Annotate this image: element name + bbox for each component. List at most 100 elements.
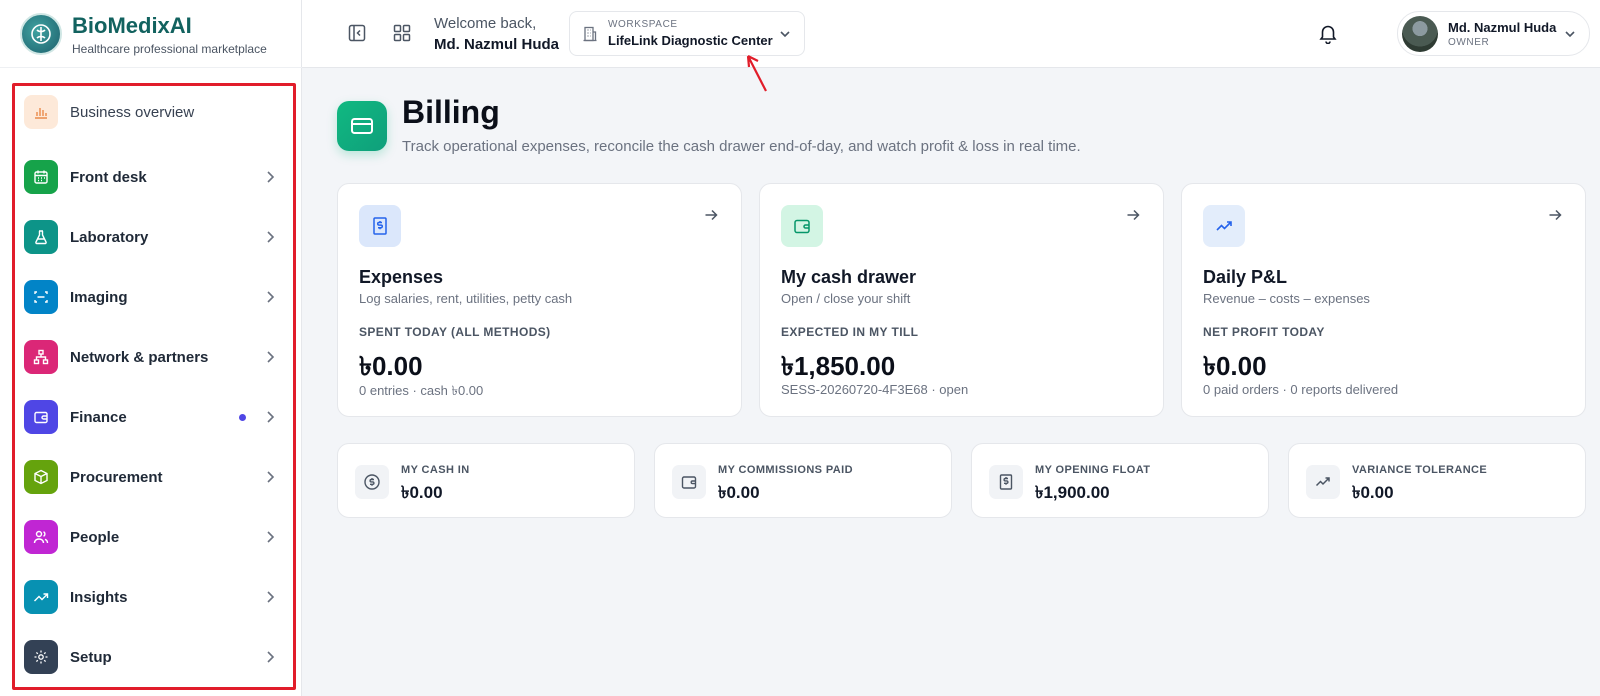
workspace-selector[interactable]: WORKSPACE LifeLink Diagnostic Center — [569, 11, 805, 56]
stat-value: ৳0.00 — [718, 483, 760, 502]
page-subtitle: Track operational expenses, reconcile th… — [402, 138, 1081, 155]
sidebar-item-label: Procurement — [70, 468, 163, 486]
sidebar-item-label: People — [70, 528, 120, 546]
brand: BioMedixAI Healthcare professional marke… — [0, 0, 302, 68]
sidebar-item-procurement[interactable]: Procurement — [24, 457, 286, 497]
chevron-right-icon — [267, 291, 275, 303]
dollar-circle-icon — [355, 465, 389, 499]
stat-value: ৳1,900.00 — [1035, 483, 1110, 502]
trending-icon — [1203, 205, 1245, 247]
brand-logo-icon[interactable] — [20, 13, 62, 55]
sidebar-item-laboratory[interactable]: Laboratory — [24, 217, 286, 257]
wallet-icon — [24, 400, 58, 434]
card-description: Revenue – costs – expenses — [1203, 291, 1370, 306]
sidebar-item-label: Insights — [70, 588, 128, 606]
sidebar-item-label: Imaging — [70, 288, 128, 306]
card-description: Open / close your shift — [781, 291, 911, 306]
sidebar-item-imaging[interactable]: Imaging — [24, 277, 286, 317]
chevron-down-icon — [1565, 31, 1575, 38]
trending-icon — [1306, 465, 1340, 499]
network-icon — [24, 340, 58, 374]
sidebar-item-front-desk[interactable]: Front desk — [24, 157, 286, 197]
credit-card-icon — [337, 101, 387, 151]
collapse-sidebar-icon[interactable] — [346, 22, 368, 44]
building-icon — [583, 26, 597, 42]
stat-my-commissions-paid: MY COMMISSIONS PAID ৳0.00 — [654, 443, 952, 518]
daily-pl-card[interactable]: Daily P&L Revenue – costs – expenses NET… — [1181, 183, 1586, 417]
chevron-right-icon — [267, 591, 275, 603]
stat-value: ৳0.00 — [401, 483, 443, 502]
card-metric-label: EXPECTED IN MY TILL — [781, 325, 919, 339]
calendar-icon — [24, 160, 58, 194]
card-metric-label: SPENT TODAY (ALL METHODS) — [359, 325, 551, 339]
notifications-bell-icon[interactable] — [1317, 22, 1339, 49]
stat-label: MY CASH IN — [401, 464, 470, 476]
chevron-right-icon — [267, 231, 275, 243]
arrow-right-icon[interactable] — [1125, 207, 1141, 223]
sidebar-nav: Business overview Front desk Laboratory … — [12, 83, 296, 690]
expenses-card[interactable]: Expenses Log salaries, rent, utilities, … — [337, 183, 742, 417]
stat-variance-tolerance: VARIANCE TOLERANCE ৳0.00 — [1288, 443, 1586, 518]
brand-name: BioMedixAI — [72, 13, 192, 38]
cash-drawer-card[interactable]: My cash drawer Open / close your shift E… — [759, 183, 1164, 417]
sidebar-item-people[interactable]: People — [24, 517, 286, 557]
sidebar: BioMedixAI Healthcare professional marke… — [0, 0, 302, 696]
sidebar-item-label: Front desk — [70, 168, 147, 186]
brand-tagline: Healthcare professional marketplace — [72, 42, 267, 56]
sidebar-item-label: Finance — [70, 408, 127, 426]
card-meta: 0 paid orders · 0 reports delivered — [1203, 382, 1399, 397]
stat-value: ৳0.00 — [1352, 483, 1394, 502]
scan-icon — [24, 280, 58, 314]
card-meta: SESS-20260720-4F3E68 · open — [781, 382, 969, 397]
arrow-right-icon[interactable] — [703, 207, 719, 223]
receipt-icon — [359, 205, 401, 247]
receipt-icon — [989, 465, 1023, 499]
sidebar-item-setup[interactable]: Setup — [24, 637, 286, 677]
sidebar-item-finance[interactable]: Finance — [24, 397, 286, 437]
bar-chart-icon — [24, 95, 58, 129]
flask-icon — [24, 220, 58, 254]
user-name: Md. Nazmul Huda — [1448, 20, 1557, 35]
workspace-label: WORKSPACE — [608, 19, 678, 30]
sidebar-item-label: Laboratory — [70, 228, 149, 246]
user-role: OWNER — [1448, 37, 1490, 48]
stat-label: VARIANCE TOLERANCE — [1352, 464, 1488, 476]
chevron-down-icon — [780, 31, 790, 38]
welcome-text: Welcome back, — [434, 15, 537, 32]
wallet-icon — [781, 205, 823, 247]
chevron-right-icon — [267, 411, 275, 423]
card-title: Expenses — [359, 267, 444, 287]
stat-my-cash-in: MY CASH IN ৳0.00 — [337, 443, 635, 518]
package-icon — [24, 460, 58, 494]
stat-label: MY COMMISSIONS PAID — [718, 464, 853, 476]
top-header: Welcome back, Md. Nazmul Huda WORKSPACE … — [302, 0, 1600, 92]
apps-grid-icon[interactable] — [391, 22, 413, 44]
chevron-right-icon — [267, 171, 275, 183]
workspace-value: LifeLink Diagnostic Center — [608, 33, 773, 48]
card-description: Log salaries, rent, utilities, petty cas… — [359, 291, 573, 306]
page-title: Billing — [402, 94, 500, 130]
wallet-icon — [672, 465, 706, 499]
stat-label: MY OPENING FLOAT — [1035, 464, 1151, 476]
card-title: Daily P&L — [1203, 267, 1288, 287]
welcome-user-name: Md. Nazmul Huda — [434, 36, 560, 53]
arrow-right-icon[interactable] — [1547, 207, 1563, 223]
chevron-right-icon — [267, 471, 275, 483]
trending-icon — [24, 580, 58, 614]
chevron-right-icon — [267, 351, 275, 363]
gear-icon — [24, 640, 58, 674]
sidebar-item-network-partners[interactable]: Network & partners — [24, 337, 286, 377]
user-menu[interactable]: Md. Nazmul Huda OWNER — [1397, 11, 1590, 56]
sidebar-item-insights[interactable]: Insights — [24, 577, 286, 617]
chevron-right-icon — [267, 531, 275, 543]
card-metric-label: NET PROFIT TODAY — [1203, 325, 1325, 339]
card-title: My cash drawer — [781, 267, 917, 287]
avatar — [1402, 16, 1438, 52]
sidebar-item-business-overview[interactable]: Business overview — [24, 92, 286, 132]
card-meta: 0 entries · cash ৳0.00 — [359, 383, 484, 398]
sidebar-item-label: Business overview — [70, 103, 195, 121]
stat-my-opening-float: MY OPENING FLOAT ৳1,900.00 — [971, 443, 1269, 518]
users-icon — [24, 520, 58, 554]
notification-dot — [239, 414, 246, 421]
annotation-arrow-icon — [746, 55, 767, 92]
